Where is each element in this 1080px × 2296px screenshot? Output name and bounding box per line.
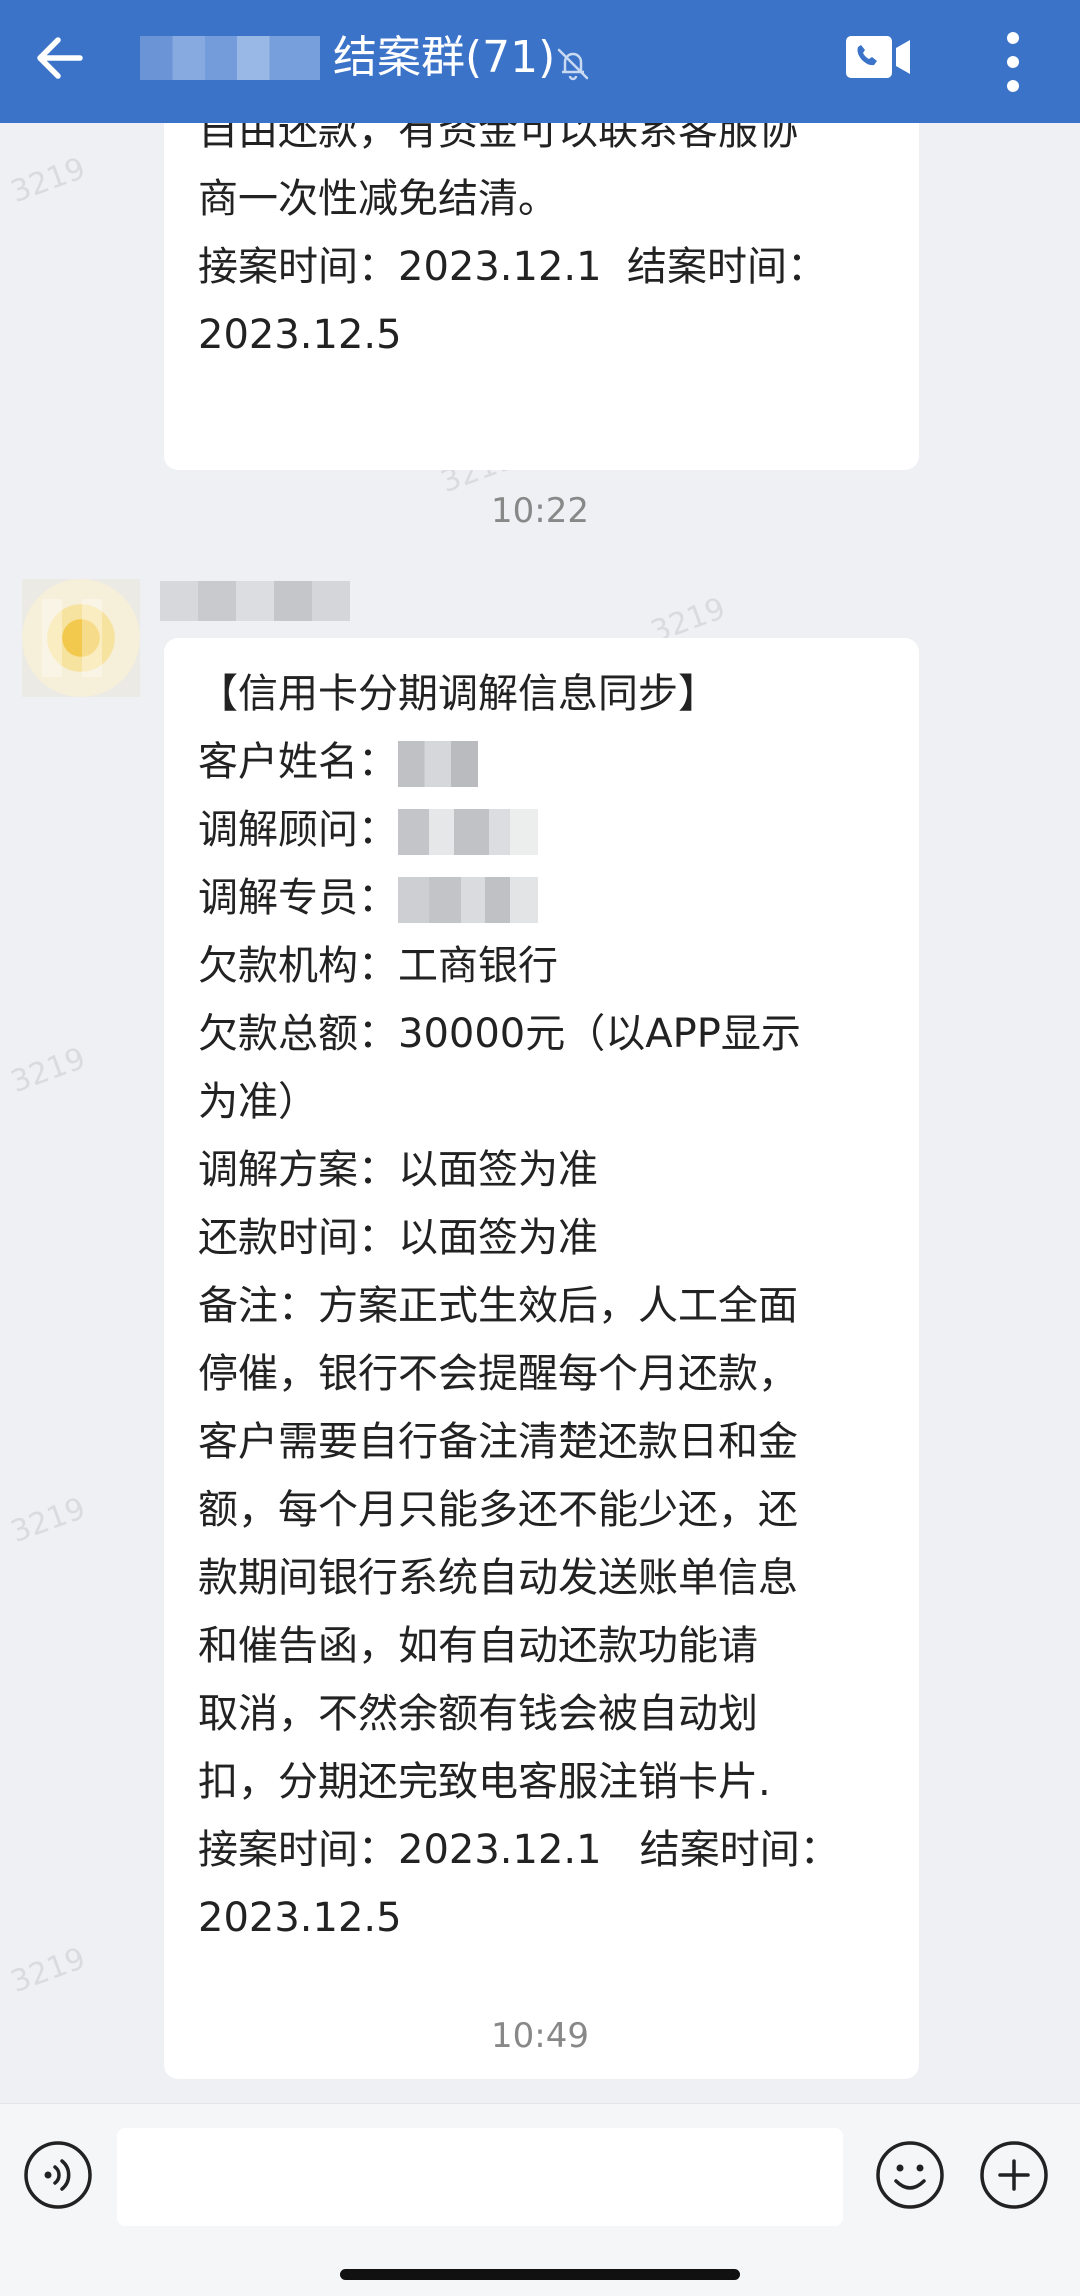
input-bar	[0, 2103, 1080, 2254]
emoji-icon[interactable]	[874, 2139, 946, 2211]
message-line: 扣，分期还完致电客服注销卡片.	[198, 1759, 771, 1805]
watermark: 3219	[6, 1490, 91, 1551]
message-line: 取消，不然余额有钱会被自动划	[198, 1691, 758, 1737]
redacted-name	[398, 741, 478, 787]
message-line: 接案时间：2023.12.1 结案时间：	[198, 244, 828, 290]
chat-area[interactable]: 3219 3219 3219 3219 3219 3219 自由还款，有资金可以…	[0, 123, 1080, 2103]
message-line: 款期间银行系统自动发送账单信息	[198, 1555, 798, 1601]
home-indicator[interactable]	[340, 2269, 740, 2280]
chat-header: 结案群(71)	[0, 0, 1080, 123]
message-line: 客户姓名：	[198, 728, 885, 796]
message-line: 备注：方案正式生效后，人工全面	[198, 1283, 798, 1329]
more-vert-icon[interactable]	[1000, 28, 1026, 96]
watermark: 3219	[6, 1040, 91, 1101]
message-bubble[interactable]: 自由还款，有资金可以联系客服协 商一次性减免结清。 接案时间：2023.12.1…	[164, 123, 919, 470]
message-line: 2023.12.5	[198, 1895, 402, 1941]
message-line: 欠款机构：工商银行	[198, 943, 558, 989]
chat-title[interactable]: 结案群(71)	[333, 26, 555, 90]
back-arrow-icon[interactable]	[28, 26, 92, 90]
message-line: 调解方案：以面签为准	[198, 1147, 598, 1193]
system-nav-bar	[0, 2253, 1080, 2296]
redacted-name	[398, 877, 538, 923]
message-line: 调解顾问：	[198, 796, 885, 864]
watermark: 3219	[6, 150, 91, 211]
message-line: 商一次性减免结清。	[198, 176, 558, 222]
redacted-name	[398, 809, 538, 855]
video-call-icon[interactable]	[844, 34, 912, 80]
message-line: 和催告函，如有自动还款功能请	[198, 1623, 758, 1669]
message-line: 客户需要自行备注清楚还款日和金	[198, 1419, 798, 1465]
group-name-blurred	[140, 36, 320, 80]
avatar[interactable]	[22, 579, 140, 697]
message-bubble[interactable]: 【信用卡分期调解信息同步】 客户姓名： 调解顾问： 调解专员： 欠款机构：工商银…	[164, 638, 919, 2079]
message-line: 2023.12.5	[198, 312, 402, 358]
message-line: 还款时间：以面签为准	[198, 1215, 598, 1261]
watermark: 3219	[6, 1940, 91, 2001]
timestamp: 10:49	[491, 2016, 589, 2056]
message-line: 停催，银行不会提醒每个月还款，	[198, 1351, 798, 1397]
message-title: 【信用卡分期调解信息同步】	[198, 671, 718, 717]
message-input[interactable]	[117, 2128, 843, 2226]
mute-bell-icon	[557, 48, 589, 81]
message-line: 接案时间：2023.12.1 结案时间：	[198, 1827, 840, 1873]
voice-icon[interactable]	[22, 2139, 94, 2211]
sender-name-blurred	[160, 581, 350, 621]
plus-icon[interactable]	[978, 2139, 1050, 2211]
message-line: 自由还款，有资金可以联系客服协	[198, 123, 798, 154]
message-line: 欠款总额：30000元（以APP显示	[198, 1011, 801, 1057]
message-line: 额，每个月只能多还不能少还，还	[198, 1487, 798, 1533]
message-line: 调解专员：	[198, 864, 885, 932]
message-line: 为准）	[198, 1079, 318, 1125]
timestamp: 10:22	[491, 491, 589, 531]
